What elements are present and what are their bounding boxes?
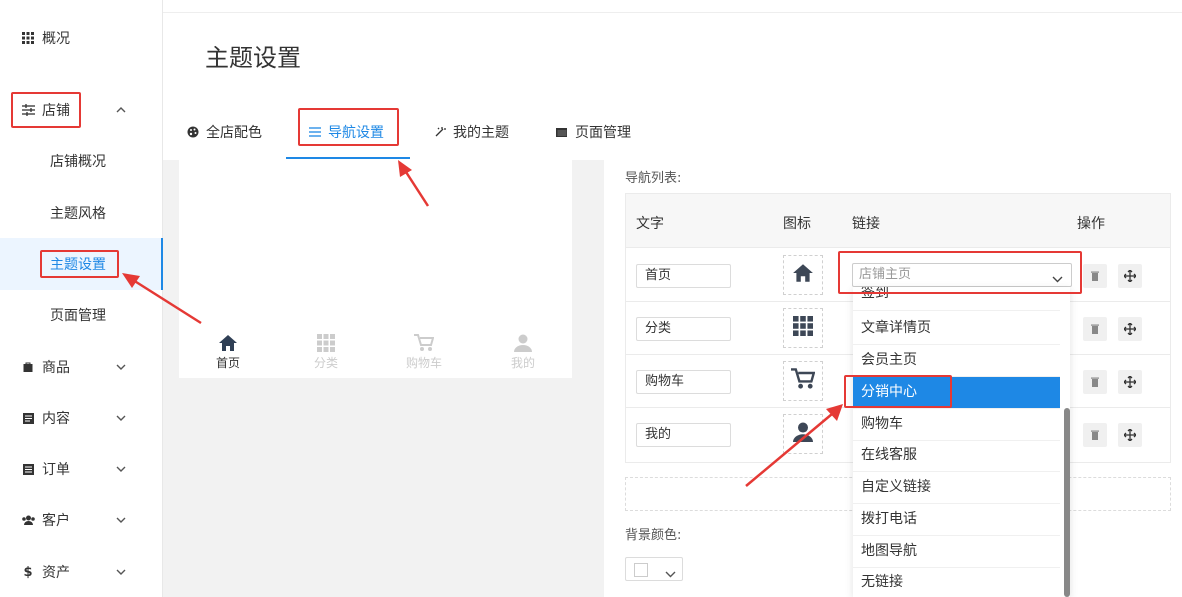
- arrow-to-distribution: [745, 413, 833, 487]
- annotation-arrows: [122, 160, 843, 487]
- arrow-to-nav-tab: [404, 171, 430, 207]
- arrow-to-theme-settings: [132, 278, 202, 325]
- arrowhead: [122, 273, 140, 288]
- arrowhead: [398, 160, 412, 177]
